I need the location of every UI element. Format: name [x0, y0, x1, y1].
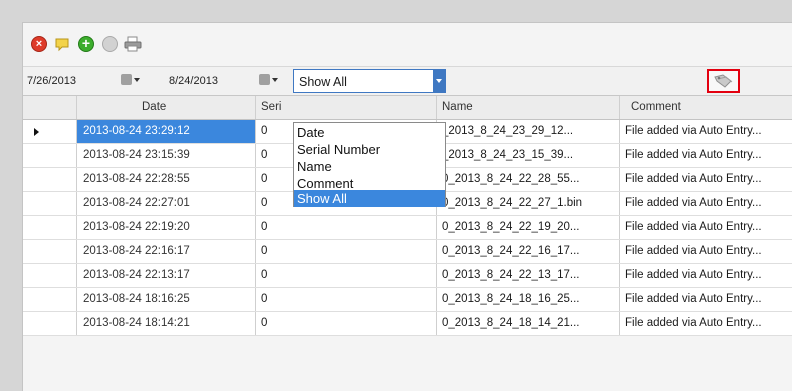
- name-cell[interactable]: 0_2013_8_24_22_19_20...: [437, 216, 620, 239]
- date-cell[interactable]: 2013-08-24 22:16:17: [77, 240, 256, 263]
- row-selector: [23, 192, 77, 215]
- delete-icon[interactable]: ×: [31, 36, 47, 52]
- name-cell[interactable]: 0_2013_8_24_18_14_21...: [437, 312, 620, 335]
- row-selector: [23, 240, 77, 263]
- add-icon[interactable]: +: [78, 36, 94, 52]
- tag-button[interactable]: [707, 69, 740, 93]
- print-icon[interactable]: [124, 36, 142, 52]
- name-cell[interactable]: 0_2013_8_24_22_16_17...: [437, 240, 620, 263]
- comment-cell[interactable]: File added via Auto Entry...: [620, 288, 792, 311]
- row-selector: [23, 288, 77, 311]
- date-cell[interactable]: 2013-08-24 23:29:12: [77, 120, 256, 143]
- serial-cell[interactable]: 0: [256, 240, 437, 263]
- column-header-row: Date Seri Name Comment: [23, 96, 792, 120]
- table-row[interactable]: 2013-08-24 22:19:20 0 0_2013_8_24_22_19_20…: [23, 216, 792, 240]
- row-selector: [23, 120, 77, 143]
- filter-dropdown-list: Date Serial Number Name Comment Show All: [293, 122, 446, 207]
- main-panel: × + 7/26/2013 8/24/2013 Show All Date Se…: [22, 22, 792, 391]
- filter-combo-value: Show All: [299, 75, 347, 89]
- name-cell[interactable]: 0_2013_8_24_22_27_1.bin: [437, 192, 620, 215]
- table-row[interactable]: 2013-08-24 18:14:21 0 0_2013_8_24_18_14_21…: [23, 312, 792, 336]
- row-selector: [23, 144, 77, 167]
- serial-cell[interactable]: 0: [256, 264, 437, 287]
- row-selector: [23, 264, 77, 287]
- date-cell[interactable]: 2013-08-24 18:14:21: [77, 312, 256, 335]
- date-cell[interactable]: 2013-08-24 23:15:39: [77, 144, 256, 167]
- column-header-serial[interactable]: Seri: [256, 96, 437, 119]
- date-cell[interactable]: 2013-08-24 22:28:55: [77, 168, 256, 191]
- column-header-comment[interactable]: Comment: [620, 96, 792, 119]
- column-header-date[interactable]: Date: [77, 96, 256, 119]
- name-cell[interactable]: 0_2013_8_24_22_13_17...: [437, 264, 620, 287]
- comment-cell[interactable]: File added via Auto Entry...: [620, 312, 792, 335]
- dropdown-option-show-all[interactable]: Show All: [294, 190, 445, 207]
- start-date-field[interactable]: 7/26/2013: [27, 75, 76, 87]
- name-cell[interactable]: _2013_8_24_23_29_12...: [437, 120, 620, 143]
- disabled-action-icon: [102, 36, 118, 52]
- comment-cell[interactable]: File added via Auto Entry...: [620, 144, 792, 167]
- row-selector: [23, 216, 77, 239]
- dropdown-option-date[interactable]: Date: [294, 124, 445, 141]
- end-date-field[interactable]: 8/24/2013: [169, 75, 218, 87]
- tag-icon: [714, 74, 733, 88]
- comment-cell[interactable]: File added via Auto Entry...: [620, 264, 792, 287]
- start-calendar-icon[interactable]: [121, 74, 140, 86]
- date-cell[interactable]: 2013-08-24 22:27:01: [77, 192, 256, 215]
- date-cell[interactable]: 2013-08-24 22:13:17: [77, 264, 256, 287]
- table-row[interactable]: 2013-08-24 18:16:25 0 0_2013_8_24_18_16_25…: [23, 288, 792, 312]
- serial-cell[interactable]: 0: [256, 288, 437, 311]
- note-icon[interactable]: [54, 36, 70, 52]
- name-cell[interactable]: 0_2013_8_24_18_16_25...: [437, 288, 620, 311]
- filter-bar: 7/26/2013 8/24/2013 Show All: [23, 66, 792, 96]
- row-selector: [23, 312, 77, 335]
- serial-cell[interactable]: 0: [256, 216, 437, 239]
- comment-cell[interactable]: File added via Auto Entry...: [620, 192, 792, 215]
- table-row[interactable]: 2013-08-24 22:13:17 0 0_2013_8_24_22_13_17…: [23, 264, 792, 288]
- comment-cell[interactable]: File added via Auto Entry...: [620, 168, 792, 191]
- chevron-down-icon[interactable]: [433, 70, 445, 92]
- comment-cell[interactable]: File added via Auto Entry...: [620, 216, 792, 239]
- comment-cell[interactable]: File added via Auto Entry...: [620, 120, 792, 143]
- date-cell[interactable]: 2013-08-24 22:19:20: [77, 216, 256, 239]
- date-cell[interactable]: 2013-08-24 18:16:25: [77, 288, 256, 311]
- comment-cell[interactable]: File added via Auto Entry...: [620, 240, 792, 263]
- dropdown-option-serial-number[interactable]: Serial Number: [294, 141, 445, 158]
- current-row-indicator-icon: [34, 128, 39, 136]
- column-header-name[interactable]: Name: [437, 96, 620, 119]
- serial-cell[interactable]: 0: [256, 312, 437, 335]
- name-cell[interactable]: _2013_8_24_23_15_39...: [437, 144, 620, 167]
- row-selector: [23, 168, 77, 191]
- filter-combo[interactable]: Show All: [293, 69, 446, 93]
- table-row[interactable]: 2013-08-24 22:16:17 0 0_2013_8_24_22_16_17…: [23, 240, 792, 264]
- name-cell[interactable]: 0_2013_8_24_22_28_55...: [437, 168, 620, 191]
- end-calendar-icon[interactable]: [259, 74, 278, 86]
- row-selector-header: [23, 96, 77, 119]
- dropdown-option-name[interactable]: Name: [294, 158, 445, 175]
